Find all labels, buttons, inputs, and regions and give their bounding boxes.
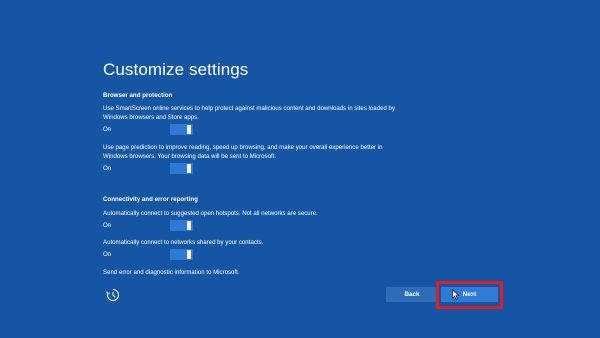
page-prediction-state-label: On xyxy=(103,165,112,172)
smartscreen-description: Use SmartScreen online services to help … xyxy=(103,105,395,121)
toggle-thumb xyxy=(187,164,191,173)
smartscreen-state-label: On xyxy=(103,126,112,133)
page-prediction-toggle[interactable] xyxy=(170,163,193,174)
open-hotspots-state-label: On xyxy=(103,222,112,229)
open-hotspots-toggle[interactable] xyxy=(170,220,193,231)
ease-of-access-icon-svg xyxy=(106,289,119,301)
toggle-thumb xyxy=(187,221,191,230)
section-heading-connectivity: Connectivity and error reporting xyxy=(103,196,198,203)
page-title: Customize settings xyxy=(103,60,249,79)
page-prediction-description: Use page prediction to improve reading, … xyxy=(103,144,383,160)
smartscreen-toggle-row: On xyxy=(103,124,223,136)
toggle-thumb xyxy=(187,125,191,134)
back-button[interactable]: Back xyxy=(386,287,438,302)
smartscreen-toggle[interactable] xyxy=(170,124,193,135)
page-prediction-toggle-row: On xyxy=(103,163,223,175)
shared-networks-toggle[interactable] xyxy=(170,249,193,260)
next-button[interactable]: Next xyxy=(441,287,498,302)
section-heading-browser: Browser and protection xyxy=(103,92,173,99)
open-hotspots-toggle-row: On xyxy=(103,220,223,232)
open-hotspots-description: Automatically connect to suggested open … xyxy=(103,210,318,217)
shared-networks-state-label: On xyxy=(103,251,112,258)
ease-of-access-icon[interactable] xyxy=(105,287,121,303)
shared-networks-description: Automatically connect to networks shared… xyxy=(103,239,264,246)
toggle-thumb xyxy=(187,250,191,259)
error-reporting-description: Send error and diagnostic information to… xyxy=(103,269,240,276)
mouse-cursor-icon xyxy=(452,289,460,300)
shared-networks-toggle-row: On xyxy=(103,249,223,261)
